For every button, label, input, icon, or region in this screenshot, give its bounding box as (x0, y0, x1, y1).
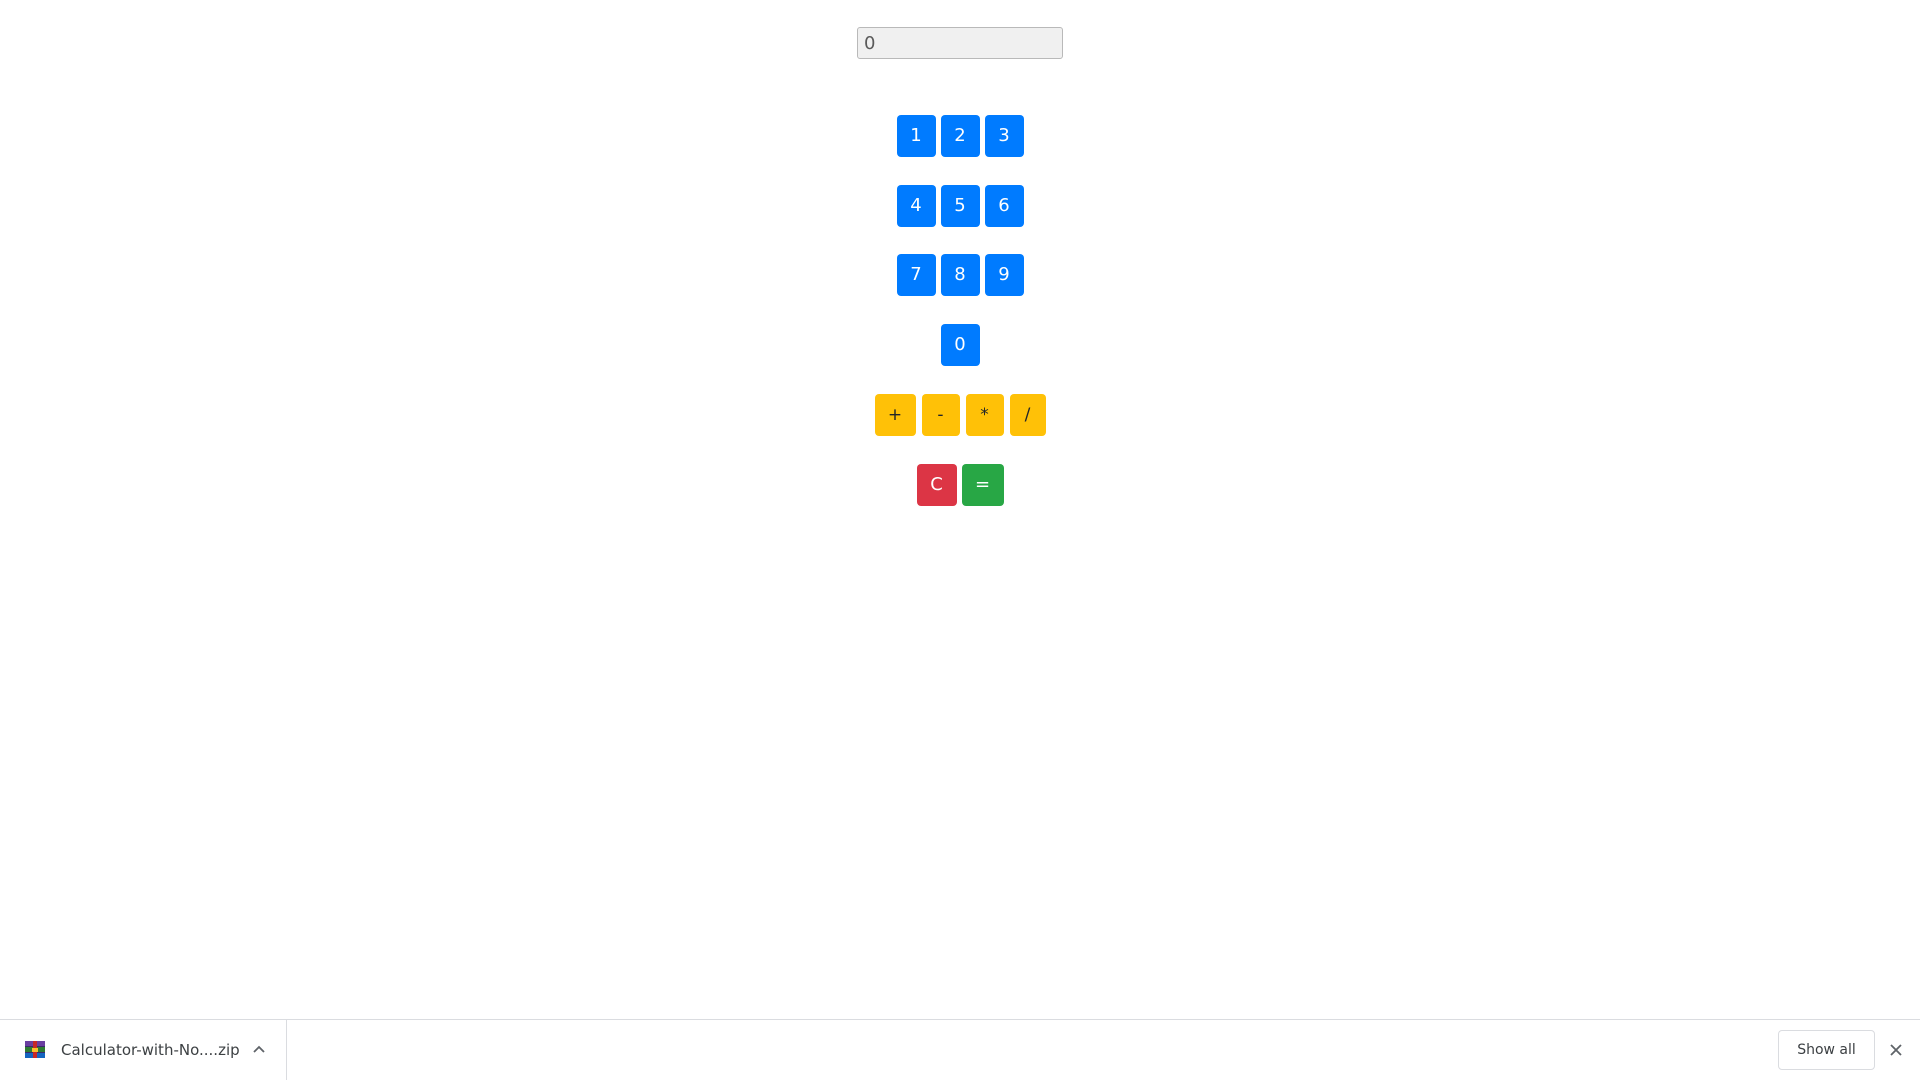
digit-3-button[interactable]: 3 (984, 115, 1024, 157)
close-icon[interactable] (1885, 1039, 1907, 1061)
divide-button[interactable]: / (1009, 394, 1046, 436)
digit-0-button[interactable]: 0 (940, 324, 980, 366)
multiply-button[interactable]: * (965, 394, 1004, 436)
digit-4-button[interactable]: 4 (896, 185, 936, 227)
digit-2-button[interactable]: 2 (940, 115, 980, 157)
calculator-page: 1 2 3 4 5 6 7 8 9 0 + - * / C = (0, 0, 1920, 1019)
plus-button[interactable]: + (874, 394, 916, 436)
winrar-archive-icon (25, 1041, 45, 1058)
digit-5-button[interactable]: 5 (940, 185, 980, 227)
chevron-up-icon[interactable] (250, 1041, 268, 1059)
digit-9-button[interactable]: 9 (984, 254, 1024, 296)
action-row: C = (0, 464, 1920, 506)
equals-button[interactable]: = (961, 464, 1004, 506)
download-bar: Calculator-with-No....zip Show all (0, 1019, 1920, 1080)
digit-6-button[interactable]: 6 (984, 185, 1024, 227)
digit-7-button[interactable]: 7 (896, 254, 936, 296)
keypad-row-1: 1 2 3 (0, 115, 1920, 157)
digit-1-button[interactable]: 1 (896, 115, 936, 157)
calculator-display[interactable] (857, 27, 1063, 59)
operator-row: + - * / (0, 394, 1920, 436)
clear-button[interactable]: C (916, 464, 957, 506)
keypad-row-2: 4 5 6 (0, 185, 1920, 227)
keypad-row-3: 7 8 9 (0, 254, 1920, 296)
digit-8-button[interactable]: 8 (940, 254, 980, 296)
keypad-row-4: 0 (0, 324, 1920, 366)
show-all-button[interactable]: Show all (1778, 1030, 1875, 1070)
download-item[interactable]: Calculator-with-No....zip (0, 1020, 287, 1080)
download-file-name: Calculator-with-No....zip (61, 1041, 240, 1059)
minus-button[interactable]: - (921, 394, 960, 436)
